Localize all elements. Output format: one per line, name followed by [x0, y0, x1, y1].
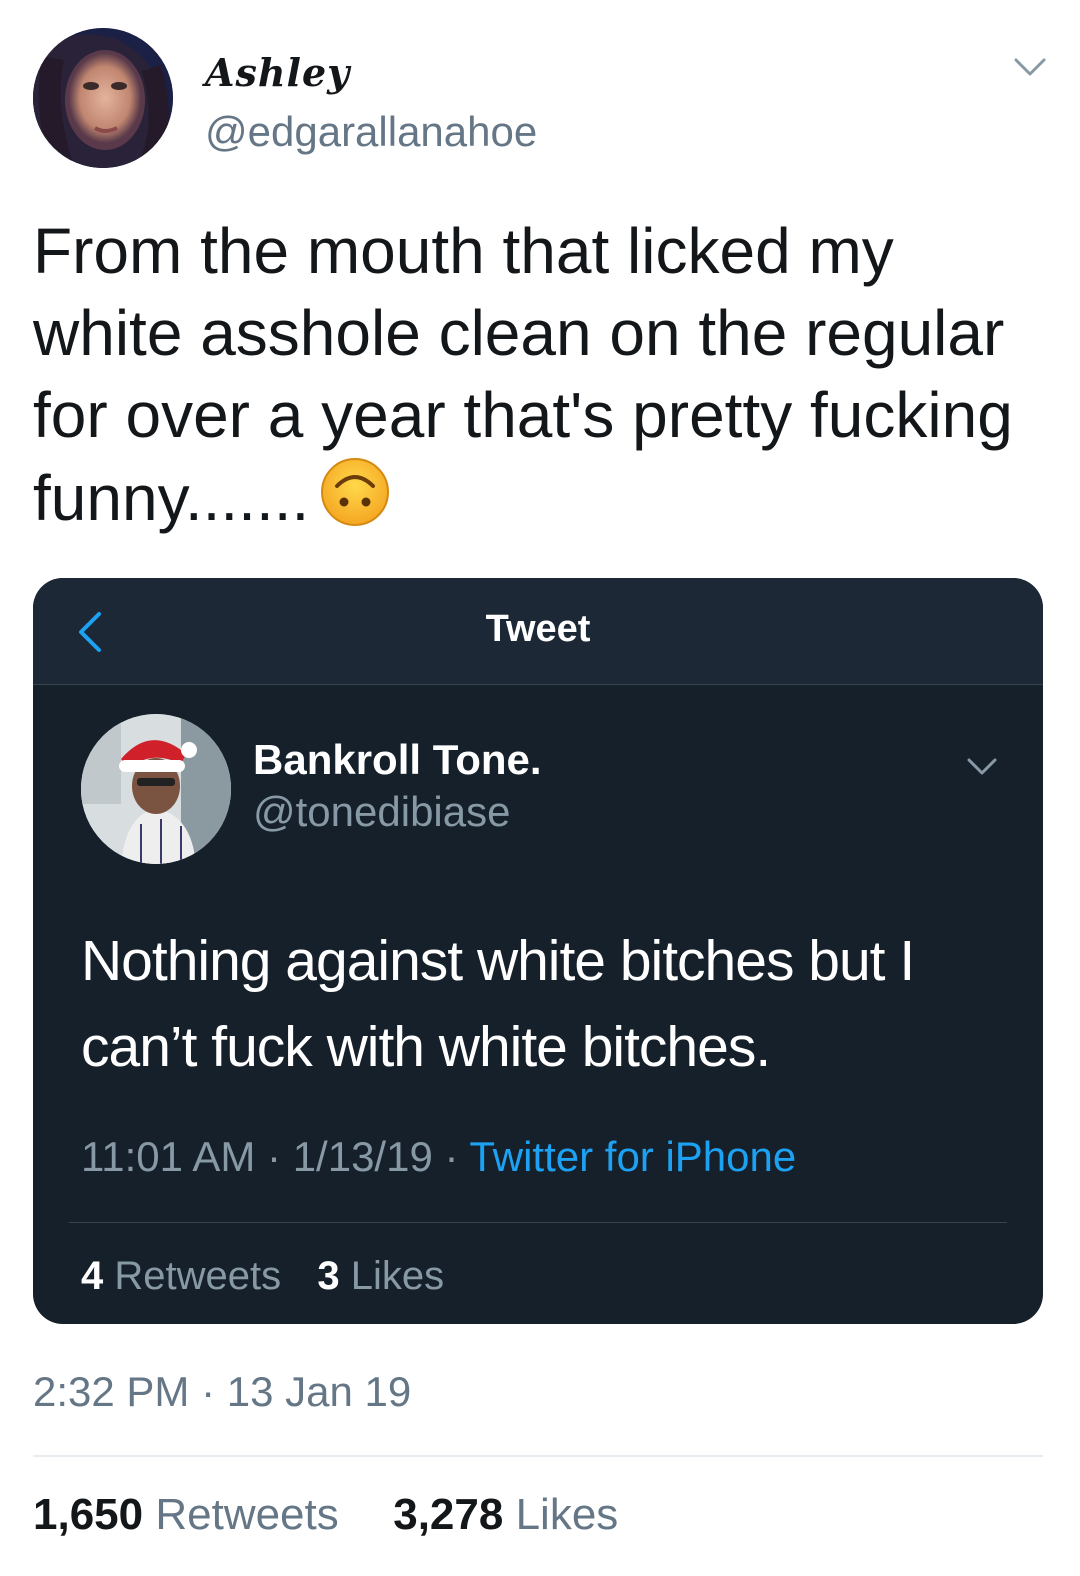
likes-stat[interactable]: 3,278 Likes	[393, 1490, 618, 1539]
author-handle[interactable]: @edgarallanahoe	[205, 108, 537, 156]
quoted-tweet-date: 1/13/19	[292, 1133, 433, 1180]
quoted-retweets-count: 4	[81, 1254, 104, 1298]
tweet-text-content: From the mouth that licked my white assh…	[33, 215, 1013, 534]
author-display-name[interactable]: Ashley	[205, 50, 350, 95]
chevron-down-icon[interactable]	[1012, 52, 1048, 80]
quoted-screenshot[interactable]: Tweet Bankroll Tone. @tonedibiase Nothin…	[33, 578, 1043, 1324]
author-avatar[interactable]	[33, 28, 173, 168]
quoted-tweet-stats: 4 Retweets 3 Likes	[81, 1254, 444, 1299]
retweets-count: 1,650	[33, 1490, 144, 1539]
quoted-tweet-text: Nothing against white bitches but I can’…	[81, 929, 915, 1079]
likes-count: 3,278	[393, 1490, 504, 1539]
quoted-likes-label: Likes	[350, 1254, 445, 1298]
avatar-photo	[81, 714, 231, 864]
quoted-author-display-name[interactable]: Bankroll Tone.	[253, 736, 542, 784]
quoted-likes-count: 3	[317, 1254, 340, 1298]
retweets-label: Retweets	[155, 1490, 339, 1539]
divider	[33, 1455, 1043, 1457]
chevron-down-icon[interactable]	[965, 753, 999, 779]
tweet-timestamp[interactable]: 2:32 PM · 13 Jan 19	[33, 1368, 411, 1416]
meta-separator: ·	[444, 1133, 459, 1180]
quoted-tweet-meta: 11:01 AM · 1/13/19 · Twitter for iPhone	[81, 1133, 796, 1181]
likes-label: Likes	[515, 1490, 619, 1539]
quoted-author-handle[interactable]: @tonedibiase	[253, 788, 510, 836]
retweets-stat[interactable]: 1,650 Retweets	[33, 1490, 339, 1539]
tweet-stats: 1,650 Retweets 3,278 Likes	[33, 1490, 618, 1540]
quoted-tweet-time: 11:01 AM	[81, 1133, 256, 1180]
quoted-retweets-label: Retweets	[114, 1254, 282, 1298]
avatar-photo	[33, 28, 173, 168]
card-header-title: Tweet	[485, 608, 591, 650]
quoted-author-avatar[interactable]	[81, 714, 231, 864]
divider	[69, 1222, 1007, 1223]
card-header: Tweet	[33, 578, 1043, 685]
meta-separator: ·	[267, 1133, 282, 1180]
quoted-retweets-stat[interactable]: 4 Retweets	[81, 1254, 281, 1298]
quoted-tweet-source-link[interactable]: Twitter for iPhone	[469, 1133, 796, 1180]
tweet-text: From the mouth that licked my white assh…	[33, 210, 1053, 539]
quoted-likes-stat[interactable]: 3 Likes	[317, 1254, 444, 1298]
upside-down-face-emoji-icon	[321, 458, 390, 526]
